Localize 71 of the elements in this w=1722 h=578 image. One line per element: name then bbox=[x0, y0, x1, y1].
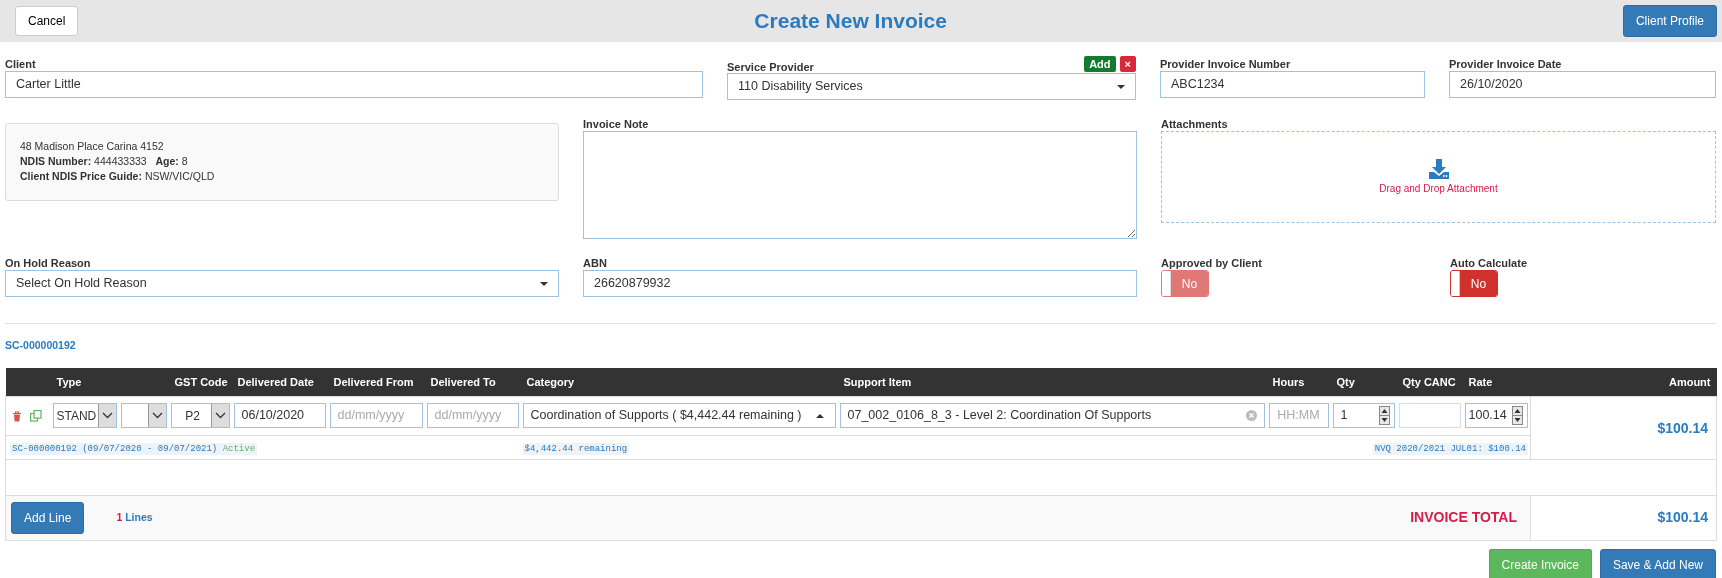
save-add-new-button[interactable]: Save & Add New bbox=[1599, 548, 1716, 578]
chevron-icon bbox=[151, 412, 163, 420]
remaining-note: $4,442.44 remaining bbox=[522, 443, 630, 456]
date-field[interactable]: 06/10/2020 bbox=[233, 403, 326, 429]
column-header: Hours bbox=[1266, 367, 1331, 397]
column-header: Delivered To bbox=[424, 367, 521, 397]
add-badge[interactable]: Add bbox=[1084, 56, 1116, 72]
qty-canc-field[interactable] bbox=[1398, 403, 1461, 429]
field-label: Invoice Note bbox=[583, 117, 650, 129]
chevron-icon bbox=[101, 412, 113, 420]
trash-icon[interactable] bbox=[12, 410, 22, 422]
amount-text: $100.14 bbox=[1657, 419, 1708, 436]
column-header: Delivered Date bbox=[231, 367, 328, 397]
option-select[interactable] bbox=[120, 403, 167, 429]
field-label: Auto Calculate bbox=[1450, 256, 1528, 268]
column-header: Support Item bbox=[837, 367, 1267, 397]
type-select[interactable]: STAND bbox=[52, 403, 117, 429]
line-count: 1 Lines bbox=[116, 509, 153, 525]
abn-field[interactable]: 26620879932 bbox=[583, 270, 1137, 297]
column-header: Delivered From bbox=[327, 367, 425, 397]
remove-badge[interactable]: × bbox=[1119, 56, 1136, 72]
column-header: Category bbox=[520, 367, 838, 397]
info-text: Age: 8 bbox=[155, 155, 188, 167]
column-header: Qty bbox=[1330, 367, 1397, 397]
address-text: 48 Madison Place Carina 4152 bbox=[20, 139, 165, 154]
column-header: GST Code bbox=[168, 367, 232, 397]
gst-code-select[interactable]: P2 bbox=[170, 403, 230, 429]
download-icon bbox=[1428, 158, 1449, 179]
toggle-switch[interactable]: No bbox=[1450, 270, 1498, 297]
column-header: Amount bbox=[1530, 367, 1717, 397]
info-text: NDIS Number: 444433333 bbox=[20, 155, 147, 167]
field-label: Service Provider bbox=[727, 60, 814, 72]
agreement-note: SC-000000192 (09/07/2020 - 09/07/2021) Active bbox=[10, 443, 258, 456]
chevron-icon bbox=[214, 412, 226, 420]
service-provider-select[interactable]: 110 Disability Services bbox=[727, 73, 1136, 100]
category-select[interactable]: Coordination of Supports ( $4,442.44 remaining ) bbox=[522, 403, 836, 429]
field-label: Provider Invoice Number bbox=[1160, 57, 1292, 69]
client-field[interactable]: Carter Little bbox=[5, 71, 703, 98]
spinner-icon bbox=[1512, 406, 1523, 426]
caret-icon bbox=[1117, 84, 1125, 89]
invoice-date-field[interactable]: 26/10/2020 bbox=[1449, 71, 1716, 98]
agreement-link[interactable]: SC-000000192 bbox=[5, 338, 1716, 354]
field-label: On Hold Reason bbox=[5, 256, 92, 268]
field-label: Provider Invoice Date bbox=[1449, 57, 1563, 69]
support-item-select[interactable]: 07_002_0106_8_3 - Level 2: Coordination Of Supports bbox=[839, 403, 1265, 429]
spinner-icon bbox=[1378, 406, 1390, 426]
note-textarea[interactable] bbox=[583, 131, 1137, 239]
caret-icon bbox=[540, 281, 548, 286]
qty-field[interactable]: 1 bbox=[1332, 403, 1395, 429]
invoice-number-field[interactable]: ABC1234 bbox=[1160, 71, 1425, 98]
total-amount: $100.14 bbox=[1657, 509, 1708, 526]
page-title: Create New Invoice bbox=[754, 8, 947, 35]
field-label: Attachments bbox=[1161, 117, 1229, 129]
field-label: ABN bbox=[583, 256, 608, 268]
copy-icon[interactable] bbox=[30, 410, 42, 423]
caret-icon bbox=[815, 413, 824, 418]
info-text: Client NDIS Price Guide: NSW/VIC/QLD bbox=[20, 170, 215, 182]
total-label: INVOICE TOTAL bbox=[1410, 508, 1517, 528]
on-hold-select[interactable]: Select On Hold Reason bbox=[5, 270, 559, 297]
drop-zone[interactable]: Drag and Drop Attachment bbox=[1161, 131, 1716, 223]
field-label: Client bbox=[5, 57, 37, 69]
cancel-button[interactable]: Cancel bbox=[15, 6, 79, 36]
price-note: NVQ 2020/2021 JUL01: $100.14 bbox=[1372, 443, 1528, 456]
client-profile-button[interactable]: Client Profile bbox=[1622, 5, 1717, 37]
rate-field[interactable]: 100.14 bbox=[1464, 403, 1528, 429]
column-header: Qty CANC bbox=[1396, 367, 1463, 397]
column-header: Type bbox=[50, 367, 119, 397]
add-line-button[interactable]: Add Line bbox=[11, 501, 85, 534]
clear-icon bbox=[1245, 410, 1257, 422]
column-header: Rate bbox=[1462, 367, 1531, 397]
field-label: Approved by Client bbox=[1161, 256, 1263, 268]
